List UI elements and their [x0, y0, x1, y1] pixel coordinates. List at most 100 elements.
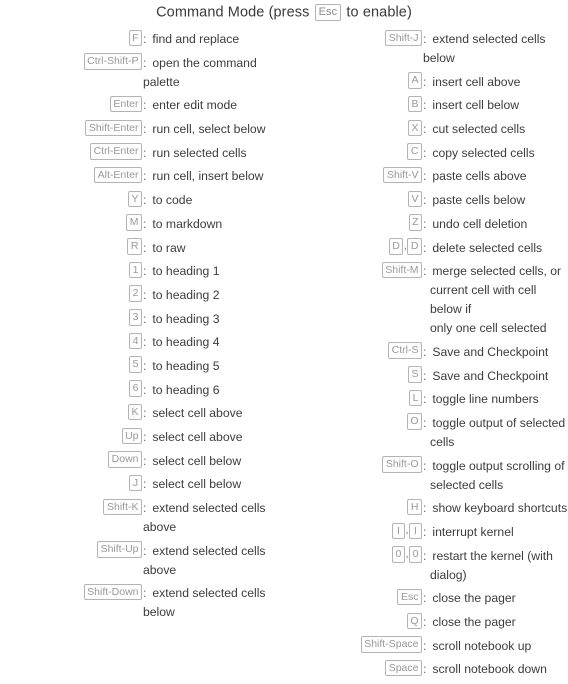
shortcut-keys: H — [284, 498, 422, 516]
key-desc-colon: : — [143, 406, 147, 421]
shortcut-row: Shift-O: toggle output scrolling of selec… — [284, 456, 568, 495]
shortcut-keys: F — [0, 29, 142, 46]
key-chip: S — [407, 366, 422, 383]
shortcut-row: Ctrl-Shift-P: open the command palette — [0, 53, 284, 92]
shortcut-description-line: dialog) — [430, 567, 467, 582]
key-chip: Space — [385, 659, 422, 677]
shortcut-description-line: : merge selected cells, or — [423, 262, 568, 281]
shortcut-keys: O — [284, 413, 422, 430]
shortcut-row: D,D: delete selected cells — [284, 238, 568, 258]
shortcut-keys: Esc — [284, 588, 422, 606]
shortcut-description-line: : to heading 6 — [143, 381, 284, 400]
shortcut-row: Ctrl-Enter: run selected cells — [0, 143, 284, 163]
shortcut-row: I,I: interrupt kernel — [284, 522, 568, 543]
shortcut-description: : extend selected cells below — [422, 30, 568, 69]
key-chip: Shift-Up — [97, 541, 142, 558]
shortcut-row: Q: close the pager — [284, 612, 568, 633]
key-chip: 2 — [129, 285, 142, 302]
shortcut-row: Shift-V: paste cells above — [284, 166, 568, 187]
shortcut-row: X: cut selected cells — [284, 119, 568, 140]
shortcut-description: : run selected cells — [142, 143, 284, 163]
key-desc-colon: : — [423, 548, 427, 563]
key-desc-colon: : — [423, 122, 427, 137]
shortcut-keys: I,I — [284, 522, 422, 539]
shortcut-keys: Y — [0, 190, 142, 208]
key-desc-colon: : — [423, 392, 427, 407]
shortcut-description: : enter edit mode — [142, 96, 284, 116]
shortcut-row: M: to markdown — [0, 214, 284, 234]
shortcut-description-line: cells — [430, 434, 455, 449]
shortcut-row: Shift-Space: scroll notebook up — [284, 636, 568, 656]
shortcut-row: Ctrl-S: Save and Checkpoint — [284, 342, 568, 362]
shortcut-description-line: : to heading 4 — [143, 333, 284, 352]
key-desc-colon: : — [423, 145, 427, 160]
shortcut-row: 0,0: restart the kernel (with dialog) — [284, 546, 568, 585]
shortcut-description-line: : to heading 1 — [143, 262, 284, 281]
shortcut-keys: Q — [284, 612, 422, 630]
key-chip: Ctrl-S — [388, 342, 422, 359]
page-title-prefix: Command Mode (press — [156, 4, 310, 21]
shortcut-description: : extend selected cells above — [142, 541, 284, 580]
shortcut-keys: 6 — [0, 380, 142, 397]
shortcut-row: Z: undo cell deletion — [284, 214, 568, 234]
key-chip: F — [128, 29, 142, 46]
shortcut-row: O: toggle output of selected cells — [284, 413, 568, 452]
shortcut-row: Shift-K: extend selected cells above — [0, 498, 284, 538]
shortcut-keys: Shift-O — [284, 456, 422, 473]
key-chip: J — [129, 474, 142, 492]
key-desc-colon: : — [423, 98, 427, 113]
shortcut-description: : toggle line numbers — [422, 390, 568, 410]
key-desc-colon: : — [143, 358, 147, 373]
shortcut-description: : Save and Checkpoint — [422, 366, 568, 386]
key-chip: X — [407, 119, 422, 137]
shortcut-row: Shift-J: extend selected cells below — [284, 29, 568, 69]
shortcut-keys: Ctrl-Shift-P — [0, 53, 142, 70]
shortcut-description: : extend selected cells above — [142, 499, 284, 538]
shortcut-description-line: : close the pager — [423, 589, 568, 608]
shortcut-columns: F: find and replace Ctrl-Shift-P: open th… — [0, 29, 568, 684]
shortcut-keys: M — [0, 214, 142, 231]
key-desc-colon: : — [423, 344, 427, 359]
shortcut-description: : insert cell above — [422, 72, 568, 92]
key-desc-colon: : — [423, 240, 427, 255]
shortcut-keys: 3 — [0, 309, 142, 326]
shortcut-description: : interrupt kernel — [422, 523, 568, 543]
shortcut-description-line: : run cell, insert below — [143, 167, 284, 186]
shortcut-row: F: find and replace — [0, 29, 284, 50]
shortcut-row: V: paste cells below — [284, 190, 568, 211]
shortcut-row: Space: scroll notebook down — [284, 659, 568, 680]
shortcut-description-line: : cut selected cells — [423, 120, 568, 139]
key-chip: B — [407, 95, 422, 113]
shortcut-description-line: : find and replace — [143, 30, 284, 49]
shortcut-description-line: : extend selected cells below — [143, 586, 266, 620]
shortcut-description-line: : open the command palette — [143, 55, 257, 89]
key-desc-colon: : — [143, 382, 147, 397]
key-desc-colon: : — [423, 32, 427, 46]
key-chip: Shift-O — [382, 456, 422, 473]
shortcut-keys: 0,0 — [284, 546, 422, 563]
shortcut-keys: 2 — [0, 285, 142, 302]
key-chip: I — [409, 522, 422, 539]
shortcut-description: : open the command palette — [142, 53, 284, 92]
shortcut-row: A: insert cell above — [284, 72, 568, 92]
shortcut-description-line: : insert cell above — [423, 73, 568, 92]
key-desc-colon: : — [423, 591, 427, 606]
shortcut-description-line: : to code — [143, 191, 284, 210]
shortcut-description-line: : interrupt kernel — [423, 523, 568, 542]
shortcut-description: : cut selected cells — [422, 120, 568, 140]
shortcut-row: S: Save and Checkpoint — [284, 366, 568, 386]
shortcut-description-line: only one cell selected — [430, 321, 547, 336]
key-desc-colon: : — [143, 501, 147, 516]
shortcut-keys: Shift-K — [0, 498, 142, 516]
shortcut-keys: Alt-Enter — [0, 166, 142, 184]
shortcut-description-line: : select cell above — [143, 404, 284, 423]
key-chip: Shift-Space — [360, 636, 422, 653]
shortcut-keys: Shift-J — [284, 29, 422, 46]
shortcut-description: : toggle output scrolling of selected cel… — [422, 456, 568, 495]
shortcut-description-line: : select cell below — [143, 475, 284, 494]
shortcut-row: Shift-Down: extend selected cells below — [0, 583, 284, 623]
key-desc-colon: : — [143, 430, 147, 444]
shortcut-description: : to markdown — [142, 214, 284, 234]
key-chip: 3 — [129, 309, 142, 326]
key-chip: D — [407, 238, 422, 255]
